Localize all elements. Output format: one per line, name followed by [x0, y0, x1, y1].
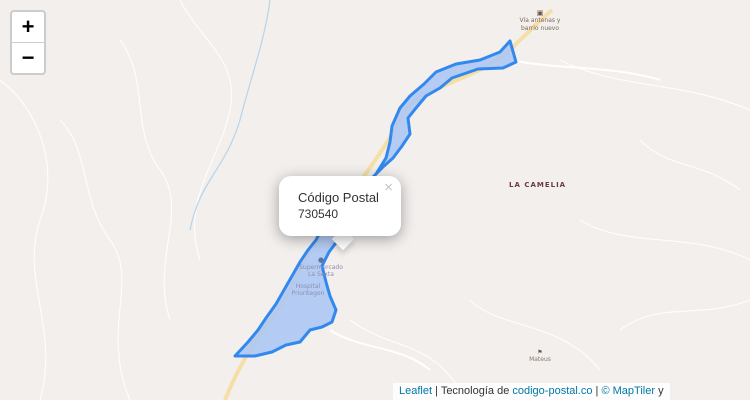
terrain-line [179, 0, 233, 261]
postal-code-popup: Código Postal 730540 × [279, 176, 401, 236]
label-hospital: Hospital Prioritegon [283, 283, 333, 297]
flag-icon: ⚑ [537, 349, 543, 356]
label-supermercado-line2: La Sexta [308, 271, 334, 278]
terrain-line [59, 119, 131, 400]
popup-postal-code: 730540 [298, 207, 339, 221]
zoom-control: + − [10, 10, 46, 75]
maptiler-link[interactable]: © MapTiler [601, 385, 655, 397]
terrain-line [619, 299, 750, 331]
label-la-camelia: LA CAMELIA [509, 181, 567, 189]
terrain-line [579, 219, 750, 261]
label-hospital-line1: Hospital [295, 283, 321, 290]
zoom-in-button[interactable]: + [12, 12, 44, 43]
attribution-bar: Leaflet | Tecnología de codigo-postal.co… [393, 383, 670, 400]
popup-title: Código Postal [298, 190, 379, 205]
zoom-out-button[interactable]: − [12, 43, 44, 73]
leaflet-link[interactable]: Leaflet [399, 385, 432, 397]
codigo-postal-link[interactable]: codigo-postal.co [512, 385, 592, 397]
label-antenas-line2: barrio nuevo [520, 25, 560, 32]
label-mateus-text: Mateus [529, 356, 551, 363]
label-supermercado: ● Supermercado La Sexta [295, 256, 347, 279]
terrain-line [639, 139, 741, 191]
camera-icon: ▣ [536, 9, 544, 17]
label-supermercado-line1: Supermercado [299, 264, 343, 271]
stream [189, 0, 271, 231]
attribution-trailing: y [655, 385, 664, 397]
cart-icon: ● [317, 256, 325, 264]
label-antenas-line1: Vía antenas y [519, 17, 561, 24]
attribution-separator: | [432, 385, 441, 397]
label-antenas: ▣ Vía antenas y barrio nuevo [505, 9, 575, 33]
label-hospital-line2: Prioritegon [291, 290, 325, 297]
attribution-tech-prefix: Tecnología de [440, 385, 513, 397]
terrain-line [119, 39, 173, 321]
popup-close-button[interactable]: × [384, 179, 393, 196]
terrain-line [0, 79, 49, 400]
label-mateus: ⚑ Mateus [520, 349, 560, 363]
